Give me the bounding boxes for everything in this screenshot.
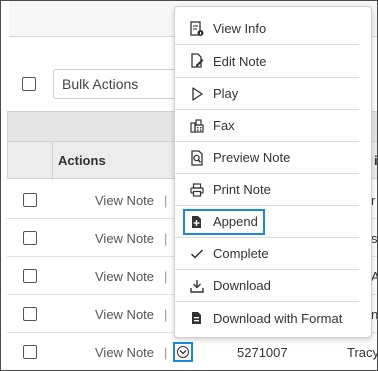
- menu-item-label: Play: [213, 86, 239, 101]
- record-id: 5271007: [237, 345, 288, 360]
- edit-note-icon: [189, 53, 205, 69]
- checkmark-icon: [189, 246, 205, 262]
- menu-item-label: Fax: [213, 118, 235, 133]
- menu-item-view-info[interactable]: View Info: [175, 13, 359, 45]
- preview-icon: [189, 149, 205, 166]
- view-note-link[interactable]: View Note: [95, 231, 154, 246]
- header-divider: [52, 142, 53, 180]
- view-note-link[interactable]: View Note: [95, 307, 154, 322]
- menu-item-label: Preview Note: [213, 150, 291, 165]
- menu-item-label: Edit Note: [213, 53, 267, 69]
- view-note-link[interactable]: View Note: [95, 269, 154, 284]
- app-frame: Bulk Actions Actions ie View Note | r Vi…: [0, 0, 378, 371]
- menu-item-download-with-format[interactable]: Download with Format: [175, 302, 373, 334]
- menu-item-label: Complete: [213, 246, 269, 261]
- view-note-link[interactable]: View Note: [95, 345, 154, 360]
- row-checkbox[interactable]: [23, 307, 37, 321]
- menu-item-preview-note[interactable]: Preview Note: [175, 142, 359, 174]
- record-name: Tracy: [347, 345, 378, 360]
- separator: |: [164, 193, 168, 208]
- play-icon: [189, 86, 205, 102]
- view-note-link[interactable]: View Note: [95, 193, 154, 208]
- row-actions-menu: View Info Edit Note Play Fax Preview Not…: [174, 6, 372, 338]
- menu-item-label: Download: [213, 278, 271, 293]
- menu-item-download[interactable]: Download: [175, 270, 359, 302]
- menu-item-label: View Info: [213, 21, 267, 36]
- row-checkbox[interactable]: [23, 231, 37, 245]
- menu-item-label: Download with Format: [213, 310, 343, 326]
- menu-item-play[interactable]: Play: [175, 78, 359, 110]
- fax-icon: [189, 118, 205, 134]
- menu-item-label: Print Note: [213, 182, 271, 197]
- bulk-actions-label: Bulk Actions: [62, 76, 139, 92]
- menu-item-fax[interactable]: Fax: [175, 110, 359, 142]
- view-info-icon: [189, 20, 205, 37]
- separator: |: [164, 231, 168, 246]
- row-actions-dropdown-toggle[interactable]: [173, 342, 193, 362]
- separator: |: [164, 307, 168, 322]
- clipped-cell: A: [371, 269, 377, 284]
- download-icon: [189, 278, 205, 294]
- download-format-icon: [189, 310, 205, 326]
- separator: |: [164, 345, 168, 360]
- print-icon: [189, 182, 205, 198]
- column-header-clipped: ie: [374, 153, 378, 168]
- column-header-actions: Actions: [58, 153, 106, 168]
- menu-item-print-note[interactable]: Print Note: [175, 174, 359, 206]
- select-all-checkbox[interactable]: [22, 77, 36, 91]
- menu-item-complete[interactable]: Complete: [175, 238, 359, 270]
- row-checkbox[interactable]: [23, 345, 37, 359]
- row-checkbox[interactable]: [23, 269, 37, 283]
- separator: |: [164, 269, 168, 284]
- menu-item-edit-note[interactable]: Edit Note: [175, 45, 359, 77]
- append-highlight-box: [183, 209, 265, 235]
- chevron-down-circle-icon: [177, 346, 189, 358]
- row-checkbox[interactable]: [23, 193, 37, 207]
